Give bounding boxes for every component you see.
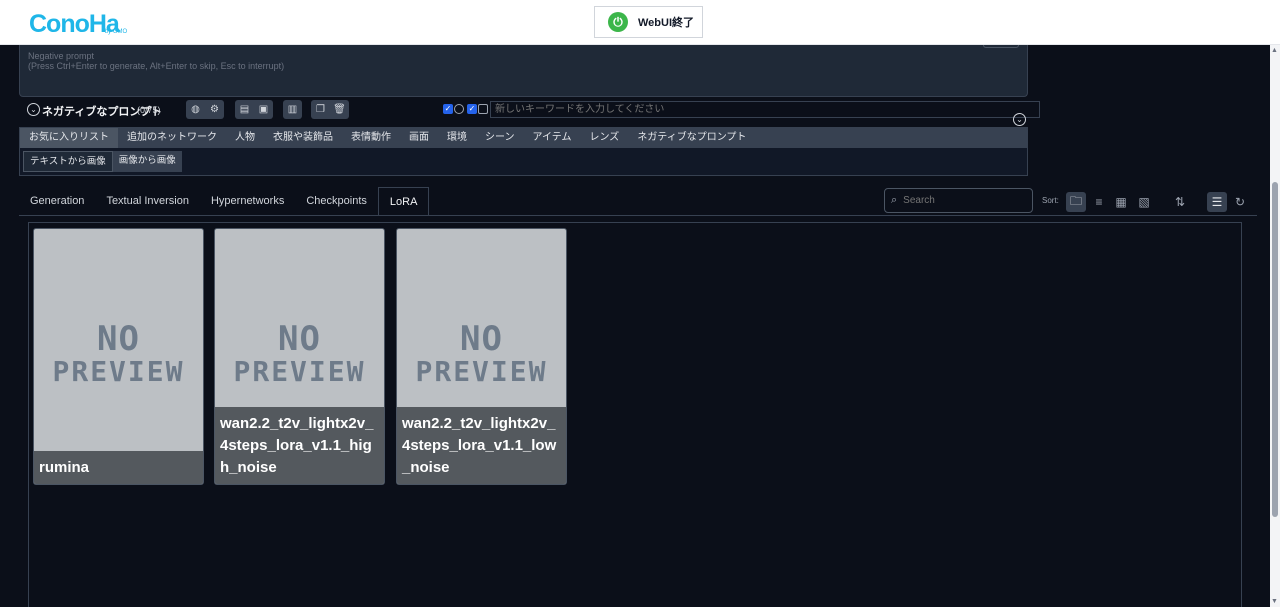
globe-icon[interactable]: ◍ — [186, 100, 205, 119]
tab-expression[interactable]: 表情動作 — [342, 128, 400, 148]
conoha-logo[interactable]: ConoHa by GMO — [29, 9, 127, 37]
search-icon: ⌕ — [891, 194, 898, 206]
tab-favorites[interactable]: お気に入りリスト — [20, 128, 118, 148]
no-preview-image: NO PREVIEW — [415, 319, 548, 388]
translate-icon[interactable]: ▥ — [283, 100, 302, 119]
collapse-chevron-icon[interactable]: ⌄ — [27, 103, 40, 116]
tab-hypernetworks[interactable]: Hypernetworks — [200, 187, 295, 216]
page-scrollbar[interactable]: ▲ ▼ — [1270, 45, 1280, 607]
edit-list-icon[interactable]: ▤ — [235, 100, 254, 119]
bookmark-icon[interactable]: ▣ — [254, 100, 273, 119]
tree-view-icon[interactable]: ☰ — [1207, 192, 1227, 212]
sort-name-icon[interactable]: ≡ — [1089, 192, 1109, 212]
network-tabs: Generation Textual Inversion Hypernetwor… — [19, 187, 430, 216]
tabs-divider — [19, 215, 1257, 216]
checkbox-1[interactable]: ✓ — [443, 104, 453, 114]
tab-extra-networks[interactable]: 追加のネットワーク — [118, 128, 226, 148]
no-preview-image: NO PREVIEW — [233, 319, 366, 388]
lora-cards-panel — [28, 222, 1242, 607]
toolbar-group-2: ▤ ▣ — [235, 100, 273, 119]
tab-textual-inversion[interactable]: Textual Inversion — [95, 187, 200, 216]
lora-card-name: wan2.2_t2v_lightx2v_4steps_lora_v1.1_hig… — [215, 407, 384, 484]
panel-icon — [478, 104, 488, 114]
search-box[interactable]: ⌕ — [884, 188, 1033, 213]
power-icon: ⏻ — [608, 12, 628, 32]
toolbar-group-1: ◍ ⚙ — [186, 100, 224, 119]
token-count: (0/75) — [137, 105, 161, 115]
negative-prompt-hint: (Press Ctrl+Enter to generate, Alt+Enter… — [28, 61, 285, 71]
negative-prompt-placeholder: Negative prompt — [28, 51, 95, 61]
toolbar-group-3: ▥ — [283, 100, 302, 119]
expand-chevron-icon[interactable]: ⌄ — [1013, 113, 1026, 126]
keyword-input[interactable] — [490, 101, 1040, 118]
lora-card[interactable]: NO PREVIEW rumina — [33, 228, 204, 485]
sub-tabs: テキストから画像 画像から画像 — [23, 151, 182, 172]
lora-card-name: wan2.2_t2v_lightx2v_4steps_lora_v1.1_low… — [397, 407, 566, 484]
negative-prompt-input[interactable]: Negative prompt (Press Ctrl+Enter to gen… — [19, 45, 1028, 97]
subtab-img2img[interactable]: 画像から画像 — [112, 151, 182, 172]
lora-card-name: rumina — [34, 451, 203, 484]
category-tabs: お気に入りリスト 追加のネットワーク 人物 衣服や装飾品 表情動作 画面 環境 … — [20, 128, 1027, 148]
quit-webui-button[interactable]: ⏻ WebUI終了 — [594, 6, 703, 38]
lora-card[interactable]: NO PREVIEW wan2.2_t2v_lightx2v_4steps_lo… — [396, 228, 567, 485]
scrollbar-thumb[interactable] — [1272, 182, 1278, 517]
tab-lora[interactable]: LoRA — [377, 187, 430, 216]
subtab-txt2img[interactable]: テキストから画像 — [23, 151, 113, 172]
no-preview-image: NO PREVIEW — [52, 319, 185, 388]
search-input[interactable] — [903, 195, 1024, 206]
tab-environment[interactable]: 環境 — [438, 128, 476, 148]
prompt-side-button[interactable] — [983, 45, 1019, 48]
tab-generation[interactable]: Generation — [19, 187, 95, 216]
sort-date-modified-icon[interactable]: ▧ — [1134, 192, 1154, 212]
toolbar-group-4: ❐ 🗑 — [311, 100, 349, 119]
scroll-down-icon[interactable]: ▼ — [1271, 598, 1278, 605]
refresh-icon[interactable]: ↻ — [1230, 192, 1250, 212]
tab-clothing[interactable]: 衣服や装飾品 — [264, 128, 342, 148]
sort-date-created-icon[interactable]: ▦ — [1111, 192, 1131, 212]
tab-lens[interactable]: レンズ — [581, 128, 629, 148]
scroll-up-icon[interactable]: ▲ — [1271, 47, 1278, 54]
tab-item[interactable]: アイテム — [524, 128, 581, 148]
sort-default-icon[interactable]: 🗀 — [1066, 192, 1086, 212]
lora-card[interactable]: NO PREVIEW wan2.2_t2v_lightx2v_4steps_lo… — [214, 228, 385, 485]
category-panel: お気に入りリスト 追加のネットワーク 人物 衣服や装飾品 表情動作 画面 環境 … — [19, 127, 1028, 176]
sort-label: Sort: — [1042, 196, 1059, 205]
top-header: ConoHa by GMO ⏻ WebUI終了 — [0, 0, 1280, 45]
copy-icon[interactable]: ❐ — [311, 100, 330, 119]
tab-person[interactable]: 人物 — [226, 128, 264, 148]
checkbox-2[interactable]: ✓ — [467, 104, 477, 114]
tab-scene[interactable]: シーン — [476, 128, 524, 148]
tab-checkpoints[interactable]: Checkpoints — [295, 187, 378, 216]
history-icon — [454, 104, 464, 114]
tab-screen[interactable]: 画面 — [400, 128, 438, 148]
logo-sub: by GMO — [104, 29, 128, 35]
prompt-toolbar: ⌄ ネガティブなプロンプト (0/75) ◍ ⚙ ▤ ▣ ▥ ❐ 🗑 ✓ ✓ ⌄ — [19, 98, 1040, 126]
trash-icon[interactable]: 🗑 — [330, 100, 349, 119]
quit-webui-label: WebUI終了 — [638, 17, 695, 29]
sort-direction-icon[interactable]: ⇅ — [1170, 192, 1190, 212]
gear-icon[interactable]: ⚙ — [205, 100, 224, 119]
tab-negative-prompt[interactable]: ネガティブなプロンプト — [628, 128, 755, 148]
